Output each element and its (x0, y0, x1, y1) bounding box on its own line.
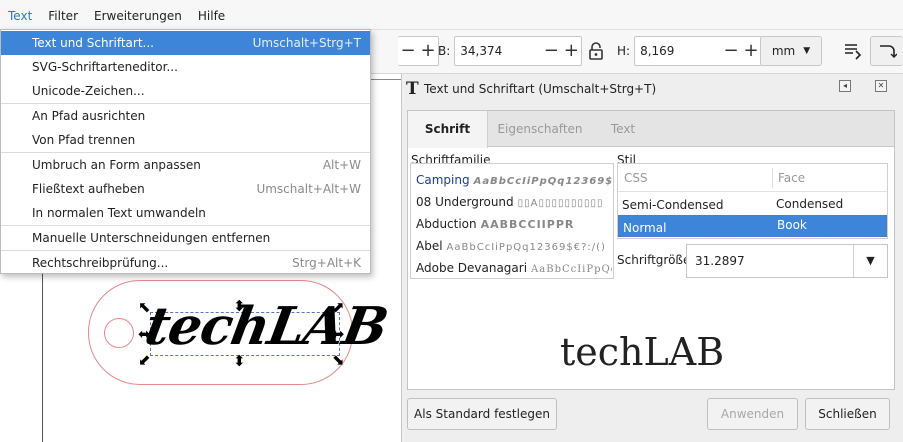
style-list-header: CSS Face (618, 164, 887, 192)
scale-handle-w-icon[interactable]: ⬌ (138, 327, 151, 342)
unit-select[interactable]: mm ▼ (760, 36, 822, 66)
menu-erweiterungen[interactable]: Erweiterungen (86, 0, 190, 30)
scale-handle-s-icon[interactable]: ⬍ (233, 354, 246, 369)
menu-item-remove-from-path[interactable]: Von Pfad trennen (1, 128, 370, 152)
height-spinbox: H: 8,169 − + (617, 36, 763, 66)
menu-item-convert-to-text[interactable]: In normalen Text umwandeln (1, 201, 370, 225)
font-family-list[interactable]: CampingAaBbCcIiPpQq12369$€?:/() 08 Under… (410, 163, 614, 279)
chevron-down-icon[interactable]: ▼ (853, 245, 887, 277)
unit-value: mm (771, 44, 796, 58)
height-input[interactable]: 8,169 (635, 44, 721, 58)
font-family-item[interactable]: Abel AaBbCcIiPpQq12369$€?:/() (416, 235, 612, 257)
font-style-list[interactable]: CSS Face Semi-Condensed Condensed Normal… (617, 163, 888, 239)
text-menu-dropdown: Text und Schriftart... Umschalt+Strg+T SV… (0, 29, 371, 274)
font-family-item[interactable]: 08 Underground ▯▯A▯▯▯▯▯▯▯▯▯▯ (416, 191, 612, 213)
w-decrement-button[interactable]: − (398, 37, 418, 65)
column-divider (772, 168, 773, 188)
scale-stroke-button[interactable] (842, 36, 862, 66)
width-label: B: (438, 44, 451, 58)
width-increment-button[interactable]: + (561, 37, 581, 65)
close-icon[interactable]: ✕ (875, 80, 887, 92)
dialog-title: Text und Schriftart (Umschalt+Strg+T) (424, 82, 657, 96)
chevron-down-icon: ▼ (803, 46, 811, 56)
scale-handle-nw-icon[interactable]: ⬉ (138, 300, 151, 315)
font-preview: techLAB (560, 330, 725, 374)
apply-button[interactable]: Anwenden (707, 398, 798, 430)
font-family-item[interactable]: Abduction AABBCCIIPPR (416, 213, 612, 235)
width-input[interactable]: 34,374 (455, 44, 541, 58)
menubar: Text Filter Erweiterungen Hilfe (0, 0, 903, 30)
menu-item-flow-into-frame[interactable]: Umbruch an Form anpassen Alt+W (1, 153, 370, 177)
css-column-header[interactable]: CSS (624, 167, 648, 189)
lock-icon (589, 42, 603, 60)
font-family-item[interactable]: CampingAaBbCcIiPpQq12369$€?:/() (416, 169, 612, 191)
tab-eigenschaften[interactable]: Eigenschaften (490, 111, 590, 147)
tab-text[interactable]: Text (598, 111, 648, 147)
scale-handle-sw-icon[interactable]: ⬋ (138, 353, 151, 368)
w-increment-button[interactable]: + (418, 37, 438, 65)
canvas-text-object[interactable]: techLAB (141, 296, 392, 357)
width-spinbox: B: 34,374 − + (438, 36, 583, 66)
set-default-button[interactable]: Als Standard festlegen (407, 398, 557, 430)
width-decrement-button[interactable]: − (541, 37, 561, 65)
menu-item-unflow[interactable]: Fließtext aufheben Umschalt+Alt+W (1, 177, 370, 201)
dock-icon[interactable]: ◂ (839, 80, 851, 92)
font-size-input[interactable]: 31.2897 (695, 254, 745, 268)
menu-item-svg-font-editor[interactable]: SVG-Schriftarteneditor... (1, 55, 370, 79)
tool-controls-bar: − + B: 34,374 − + H: 8,169 − + mm ▼ (370, 30, 903, 74)
keytag-hole[interactable] (104, 318, 134, 348)
menu-item-text-font[interactable]: Text und Schriftart... Umschalt+Strg+T (1, 31, 370, 55)
menu-item-spellcheck[interactable]: Rechtschreibprüfung... Strg+Alt+K (1, 251, 370, 275)
dialog-titlebar: T Text und Schriftart (Umschalt+Strg+T) (402, 74, 903, 104)
scale-corners-button[interactable] (870, 36, 903, 66)
scale-handle-ne-icon[interactable]: ⬈ (332, 300, 345, 315)
lock-ratio-button[interactable] (588, 36, 604, 66)
style-row-selected[interactable]: Normal Book (618, 215, 887, 237)
scale-handle-e-icon[interactable]: ⬌ (332, 327, 345, 342)
menu-item-remove-kerns[interactable]: Manuelle Unterschneidungen entfernen (1, 226, 370, 250)
font-size-combo[interactable]: 31.2897 ▼ (686, 244, 888, 278)
height-increment-button[interactable]: + (741, 37, 761, 65)
height-label: H: (617, 44, 631, 58)
menu-hilfe[interactable]: Hilfe (190, 0, 233, 30)
w-spinbox: − + (398, 36, 439, 66)
menu-item-put-on-path[interactable]: An Pfad ausrichten (1, 104, 370, 128)
height-decrement-button[interactable]: − (721, 37, 741, 65)
text-tool-icon: T (406, 79, 419, 99)
corner-transform-icon (880, 45, 897, 58)
face-column-header[interactable]: Face (778, 167, 805, 189)
style-row[interactable]: Semi-Condensed Condensed (618, 193, 887, 215)
close-button[interactable]: Schließen (805, 398, 890, 430)
transform-options-icon (845, 44, 862, 60)
scale-handle-n-icon[interactable]: ⬍ (233, 299, 246, 314)
tab-schrift[interactable]: Schrift (408, 111, 488, 148)
font-size-label: Schriftgröße (617, 253, 691, 267)
font-family-item[interactable]: Adobe DevanagariAaBbCcIiPpQq1236 (416, 257, 612, 279)
scale-handle-se-icon[interactable]: ⬊ (332, 353, 345, 368)
menu-item-unicode[interactable]: Unicode-Zeichen... (1, 79, 370, 103)
menu-text[interactable]: Text (0, 0, 40, 30)
menu-filter[interactable]: Filter (40, 0, 86, 30)
tab-bar: Schrift Eigenschaften Text (408, 111, 894, 148)
